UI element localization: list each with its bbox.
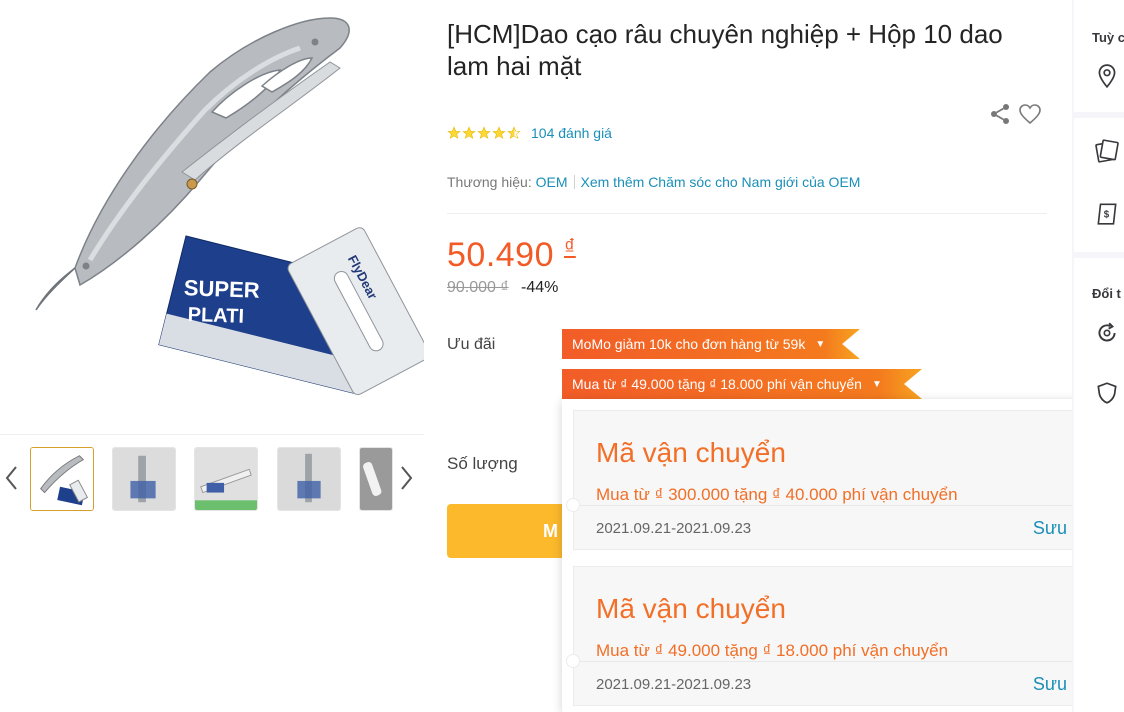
voucher-divider (574, 661, 1112, 662)
discount-percent: -44% (521, 279, 559, 296)
chevron-right-icon (401, 466, 413, 490)
review-count-link[interactable]: 104 đánh giá (531, 125, 612, 141)
old-price-row: 90.000 ₫ -44% (447, 279, 558, 297)
refresh-icon[interactable] (1094, 320, 1120, 346)
voucher-dropdown: Mã vận chuyển Mua từ ₫ 300.000 tặng ₫ 40… (562, 399, 1124, 712)
promo-tag-label: Mua từ ₫ 49.000 tặng ₫ 18.000 phí vận ch… (572, 376, 862, 392)
sidebar-label-options: Tuỳ c (1092, 30, 1124, 45)
brand-label: Thương hiệu: (447, 174, 532, 190)
voucher-date: 2021.09.21-2021.09.23 (596, 676, 752, 693)
current-price: 50.490 ₫ (447, 234, 576, 275)
product-title: [HCM]Dao cạo râu chuyên nghiệp + Hộp 10 … (447, 19, 1003, 81)
thumbnail-divider (0, 434, 424, 435)
star-rating (447, 126, 521, 140)
voucher-notch (566, 654, 580, 668)
promo-tag-momo[interactable]: MoMo giảm 10k cho đơn hàng từ 59k ▼ (562, 329, 860, 359)
info-divider (447, 213, 1047, 214)
rating-row: 104 đánh giá (447, 124, 612, 142)
thumbnail-5[interactable] (359, 447, 393, 511)
receipt-icon[interactable]: $ (1094, 201, 1120, 227)
voucher-date: 2021.09.21-2021.09.23 (596, 520, 752, 537)
thumbnail-3[interactable] (194, 447, 258, 511)
promo-tag-shipping[interactable]: Mua từ ₫ 49.000 tặng ₫ 18.000 phí vận ch… (562, 369, 922, 399)
thumbnail-4[interactable] (277, 447, 341, 511)
voucher-card: Mã vận chuyển Mua từ ₫ 300.000 tặng ₫ 40… (566, 410, 1118, 550)
thumbnail-1[interactable] (30, 447, 94, 511)
sidebar-panel (1074, 0, 1124, 112)
star-icon (477, 126, 491, 139)
star-half-icon (507, 126, 521, 139)
price-currency: ₫ (564, 234, 576, 259)
voucher-description: Mua từ ₫ 300.000 tặng ₫ 40.000 phí vận c… (596, 485, 958, 504)
caret-down-icon: ▼ (871, 378, 882, 390)
promo-tag-label: MoMo giảm 10k cho đơn hàng từ 59k (572, 336, 806, 352)
price-value: 50.490 (447, 236, 554, 274)
brand-row: Thương hiệu: OEM Xem thêm Chăm sóc cho Na… (447, 174, 860, 190)
star-icon (492, 126, 506, 139)
brand-link[interactable]: OEM (536, 174, 568, 190)
svg-text:SUPER: SUPER (183, 275, 260, 303)
cards-icon[interactable] (1094, 138, 1120, 164)
sidebar-label-return: Đổi t (1092, 286, 1121, 301)
share-icon[interactable] (988, 102, 1012, 126)
brand-separator (573, 175, 575, 189)
quantity-label: Số lượng (447, 454, 518, 473)
voucher-title: Mã vận chuyển (596, 593, 786, 624)
voucher-notch (566, 498, 580, 512)
svg-text:$: $ (1104, 209, 1110, 220)
svg-text:PLATI: PLATI (187, 304, 244, 328)
voucher-card: Mã vận chuyển Mua từ ₫ 49.000 tặng ₫ 18.… (566, 566, 1118, 706)
chevron-left-icon (5, 466, 17, 490)
voucher-divider (574, 505, 1112, 506)
thumbnail-prev-button[interactable] (0, 460, 22, 496)
thumbnail-2[interactable] (112, 447, 176, 511)
product-actions (988, 102, 1042, 126)
heart-icon[interactable] (1018, 102, 1042, 126)
caret-down-icon: ▼ (815, 338, 826, 350)
old-price: 90.000 ₫ (447, 279, 509, 296)
location-pin-icon[interactable] (1094, 63, 1120, 89)
thumbnail-next-button[interactable] (396, 460, 418, 496)
star-icon (447, 126, 461, 139)
product-main-image[interactable]: SUPER PLATI FlyDear (0, 0, 424, 424)
voucher-description: Mua từ ₫ 49.000 tặng ₫ 18.000 phí vận ch… (596, 641, 949, 660)
star-icon (462, 126, 476, 139)
voucher-title: Mã vận chuyển (596, 437, 786, 468)
buy-button-label: M (543, 520, 558, 541)
offers-label: Ưu đãi (447, 336, 496, 353)
thumbnail-strip (0, 436, 424, 520)
shield-icon[interactable] (1094, 380, 1120, 406)
brand-more-link[interactable]: Xem thêm Chăm sóc cho Nam giới của OEM (581, 174, 861, 190)
